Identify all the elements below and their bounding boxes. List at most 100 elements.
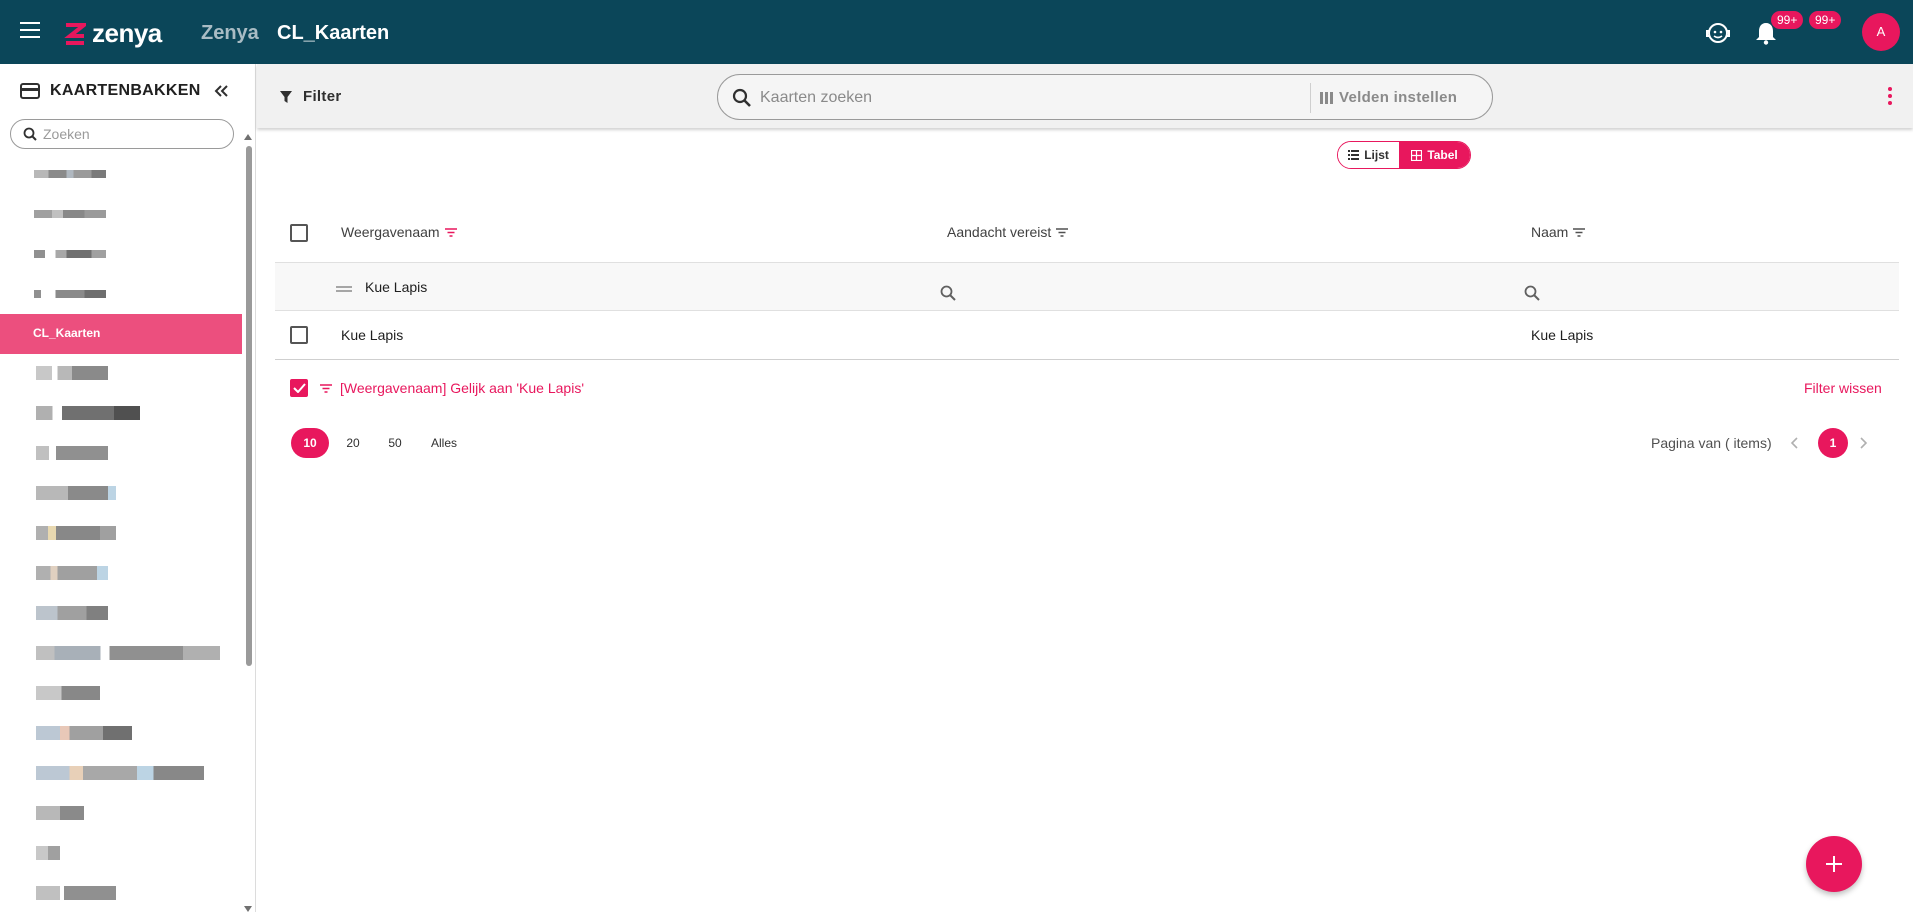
redacted-label (36, 366, 108, 380)
redacted-label (36, 726, 132, 740)
select-all-checkbox[interactable] (290, 224, 308, 242)
sidebar-header: KAARTENBAKKEN (20, 82, 201, 100)
columns-icon (1320, 91, 1333, 104)
logo-text: zenya (92, 18, 162, 48)
page-size-10[interactable]: 10 (291, 428, 329, 458)
sidebar-item-redacted[interactable] (0, 874, 242, 912)
plus-icon (1833, 856, 1835, 872)
search-icon[interactable] (1524, 285, 1540, 301)
sidebar-item-redacted[interactable] (0, 674, 242, 714)
page-size-20[interactable]: 20 (338, 428, 368, 458)
list-icon (1348, 150, 1360, 160)
cards-search[interactable]: Velden instellen (717, 74, 1493, 120)
collapse-sidebar-icon[interactable] (213, 83, 229, 99)
clear-filter-link[interactable]: Filter wissen (1804, 380, 1882, 396)
sidebar-search-input[interactable] (43, 124, 223, 144)
redacted-label (36, 446, 108, 460)
redacted-label (36, 486, 116, 500)
sidebar-scrollbar-thumb[interactable] (246, 146, 252, 666)
table-row[interactable]: Kue Lapis Kue Lapis (275, 311, 1899, 360)
sidebar-item-redacted[interactable] (0, 434, 242, 474)
redacted-label (36, 886, 116, 900)
filter-equals-icon[interactable] (336, 286, 352, 292)
previous-page-icon[interactable] (1790, 437, 1798, 449)
column-label: Aandacht vereist (947, 224, 1052, 240)
redacted-label (34, 170, 106, 178)
next-page-icon[interactable] (1860, 437, 1868, 449)
sidebar-item-redacted[interactable] (0, 754, 242, 794)
filter-lines-icon (320, 384, 332, 393)
redacted-label (36, 806, 84, 820)
sort-filter-icon[interactable] (1056, 227, 1069, 237)
search-divider (1310, 83, 1311, 113)
sidebar-item-redacted[interactable] (0, 394, 242, 434)
filter-funnel-icon (280, 90, 292, 103)
list-view-button[interactable]: Lijst (1338, 142, 1400, 168)
page-size-50[interactable]: 50 (380, 428, 410, 458)
page-size-all[interactable]: Alles (422, 428, 466, 458)
sidebar-item-redacted[interactable] (0, 234, 242, 274)
filter-button[interactable]: Filter (279, 88, 341, 105)
redacted-label (36, 606, 108, 620)
sidebar-item-redacted[interactable] (0, 194, 242, 234)
sidebar-item-redacted[interactable] (0, 634, 242, 674)
redacted-label (34, 290, 106, 298)
column-header-naam[interactable]: Naam (1531, 224, 1586, 240)
checkmark-icon (293, 383, 306, 393)
row-checkbox[interactable] (290, 326, 308, 344)
sidebar-item-redacted[interactable] (0, 594, 242, 634)
column-header-weergavenaam[interactable]: Weergavenaam (341, 224, 457, 240)
active-filter-text[interactable]: [Weergavenaam] Gelijk aan 'Kue Lapis' (340, 380, 584, 396)
task-badge: 99+ (1809, 11, 1842, 29)
table-icon (1411, 149, 1423, 161)
redacted-label (36, 766, 204, 780)
support-chat-icon[interactable] (1705, 20, 1731, 46)
zenya-logo-mark-icon (64, 22, 86, 45)
active-filter-checkbox[interactable] (290, 379, 308, 397)
sidebar-item-redacted[interactable] (0, 834, 242, 874)
notification-badge: 99+ (1771, 11, 1804, 29)
menu-icon[interactable] (20, 22, 40, 38)
sidebar-item-redacted[interactable] (0, 474, 242, 514)
set-fields-button[interactable]: Velden instellen (1320, 89, 1457, 106)
sidebar-item-cl-kaarten[interactable]: CL_Kaarten (0, 314, 242, 354)
sidebar-item-redacted[interactable] (0, 794, 242, 834)
table-view-button[interactable]: Tabel (1399, 142, 1470, 168)
zenya-logo[interactable]: zenya (64, 18, 162, 49)
top-bar: zenya Zenya CL_Kaarten 99+ 99+ A (0, 0, 1913, 64)
sidebar-item-redacted[interactable] (0, 354, 242, 394)
column-label: Weergavenaam (341, 224, 440, 240)
sort-filter-icon[interactable] (1573, 227, 1586, 237)
add-card-button[interactable] (1806, 836, 1862, 892)
toolbar: Filter Velden instellen (257, 64, 1913, 128)
page-number[interactable]: 1 (1818, 428, 1848, 458)
redacted-label (34, 210, 106, 218)
redacted-label (36, 846, 60, 860)
sort-filter-icon[interactable] (444, 227, 457, 237)
column-header-aandacht-vereist[interactable]: Aandacht vereist (947, 224, 1069, 240)
redacted-label (36, 686, 100, 700)
breadcrumb-app[interactable]: Zenya (201, 22, 259, 45)
more-options-icon[interactable] (1888, 87, 1892, 105)
user-avatar[interactable]: A (1862, 13, 1900, 51)
sidebar-list: CL_Kaarten (0, 154, 242, 912)
cell-naam: Kue Lapis (1531, 327, 1594, 343)
sidebar-item-redacted[interactable] (0, 514, 242, 554)
cards-search-input[interactable] (760, 87, 1280, 109)
sidebar-item-redacted[interactable] (0, 154, 242, 194)
pagination-info: Pagina van ( items) (1651, 435, 1772, 451)
page-title: CL_Kaarten (277, 22, 390, 44)
sidebar-search[interactable] (10, 119, 234, 149)
search-icon[interactable] (940, 285, 956, 301)
sidebar-title: KAARTENBAKKEN (50, 82, 201, 99)
set-fields-label: Velden instellen (1339, 89, 1458, 106)
sidebar-item-redacted[interactable] (0, 714, 242, 754)
search-icon (732, 88, 751, 107)
sidebar-item-redacted[interactable] (0, 274, 242, 314)
card-icon (20, 83, 40, 99)
redacted-label (36, 406, 140, 420)
sidebar-item-redacted[interactable] (0, 554, 242, 594)
sidebar: KAARTENBAKKEN CL_Kaarten (0, 64, 256, 912)
cell-weergavenaam: Kue Lapis (341, 327, 404, 343)
weergavenaam-filter-input[interactable] (365, 277, 785, 297)
